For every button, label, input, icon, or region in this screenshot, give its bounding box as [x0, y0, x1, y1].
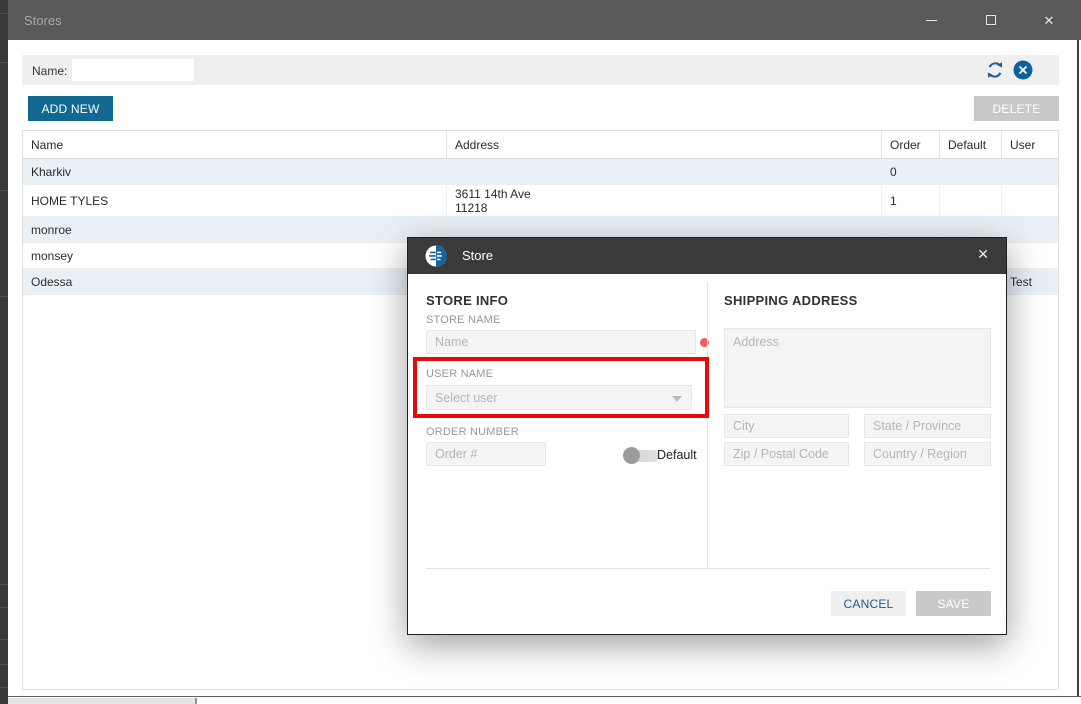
close-window-button[interactable]: ✕	[1026, 0, 1072, 40]
state-province-input[interactable]	[864, 414, 991, 438]
shipping-address-heading: SHIPPING ADDRESS	[724, 293, 858, 308]
delete-button[interactable]: DELETE	[974, 96, 1059, 121]
save-button[interactable]: SAVE	[916, 591, 991, 616]
store-name-label: STORE NAME	[426, 314, 501, 326]
user-select-placeholder: Select user	[435, 390, 498, 405]
filter-bar: Name:	[22, 55, 1059, 85]
user-select-dropdown[interactable]: Select user	[426, 385, 692, 410]
horizontal-scrollbar-thumb[interactable]	[8, 698, 197, 704]
table-header-row: Name Address Order Default User	[23, 131, 1058, 159]
cancel-button[interactable]: CANCEL	[831, 591, 906, 616]
cell-name: HOME TYLES	[23, 185, 447, 216]
add-new-button[interactable]: ADD NEW	[28, 96, 113, 121]
order-number-input[interactable]	[426, 442, 546, 466]
cell-name: Kharkiv	[23, 159, 447, 184]
window-title: Stores	[24, 13, 62, 28]
screen: Stores ✕ Name: ADD NEW DELETE Name Addre…	[0, 0, 1081, 704]
name-filter-input[interactable]	[72, 59, 194, 81]
column-header-default[interactable]: Default	[940, 131, 1002, 158]
cell-user	[1002, 217, 1058, 242]
default-toggle-label: Default	[657, 448, 697, 462]
store-dialog: Store ✕ STORE INFO STORE NAME USER NAME …	[407, 237, 1007, 635]
cell-user	[1002, 243, 1058, 268]
cell-user: Test	[1010, 274, 1033, 289]
close-icon: ✕	[1043, 12, 1055, 28]
dialog-titlebar: Store ✕	[408, 238, 1006, 274]
background-window-strip	[0, 0, 8, 704]
cell-user	[1002, 185, 1058, 216]
store-info-heading: STORE INFO	[426, 293, 509, 308]
column-header-user[interactable]: User	[1002, 131, 1058, 158]
name-filter-label: Name:	[32, 64, 68, 78]
store-name-input[interactable]	[426, 330, 696, 354]
cell-default	[940, 185, 1002, 216]
cell-address	[447, 159, 882, 184]
cell-name: Odessa	[23, 269, 447, 294]
table-row[interactable]: HOME TYLES 3611 14th Ave 11218 1	[23, 185, 1058, 217]
toggle-knob	[623, 447, 640, 464]
maximize-icon	[986, 15, 996, 25]
table-row[interactable]: Kharkiv 0	[23, 159, 1058, 185]
zip-postal-code-input[interactable]	[724, 442, 849, 466]
clear-filter-icon[interactable]	[1013, 60, 1033, 80]
cell-name: monsey	[23, 243, 447, 268]
default-toggle[interactable]	[623, 447, 659, 464]
chevron-down-icon	[672, 396, 682, 402]
city-input[interactable]	[724, 414, 849, 438]
window-right-edge	[1077, 40, 1079, 697]
user-name-label: USER NAME	[426, 368, 494, 380]
refresh-icon[interactable]	[985, 60, 1005, 80]
footer-divider	[426, 568, 990, 569]
store-logo-icon	[425, 245, 447, 267]
column-header-name[interactable]: Name	[23, 131, 447, 158]
order-number-label: ORDER NUMBER	[426, 426, 519, 438]
column-header-order[interactable]: Order	[882, 131, 940, 158]
country-region-input[interactable]	[864, 442, 991, 466]
cell-order: 1	[882, 185, 940, 216]
window-bottom-edge	[8, 696, 1081, 697]
cell-name: monroe	[23, 217, 447, 242]
address-textarea[interactable]	[724, 328, 991, 408]
dialog-title: Store	[462, 248, 494, 263]
maximize-button[interactable]	[968, 0, 1014, 40]
minimize-button[interactable]	[908, 0, 954, 40]
cell-address: 3611 14th Ave 11218	[447, 185, 882, 216]
column-divider	[707, 282, 708, 568]
dialog-close-icon[interactable]: ✕	[977, 247, 989, 261]
minimize-icon	[925, 19, 937, 21]
cell-order: 0	[882, 159, 940, 184]
cell-user	[1002, 159, 1058, 184]
cell-default	[940, 159, 1002, 184]
column-header-address[interactable]: Address	[447, 131, 882, 158]
